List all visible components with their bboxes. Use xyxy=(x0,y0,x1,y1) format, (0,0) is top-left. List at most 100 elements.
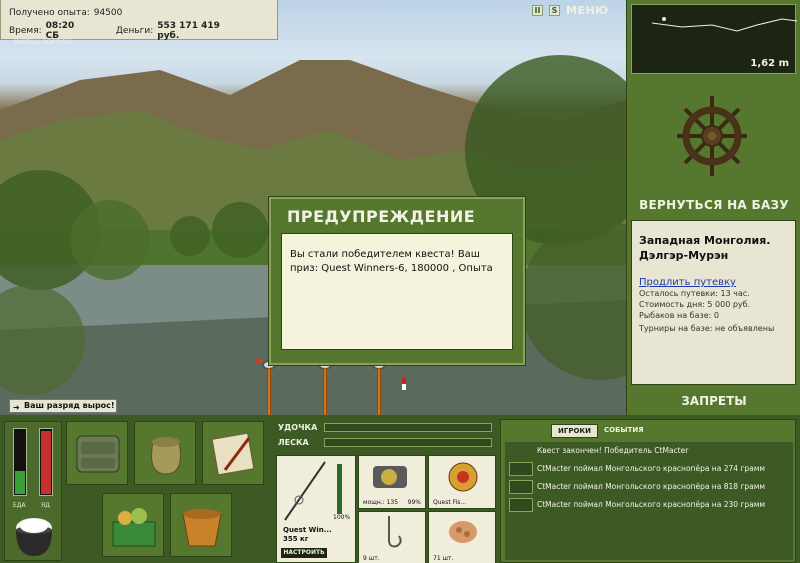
feed-list: Квест закончен! Победитель CtMacter CtMa… xyxy=(505,442,793,560)
location-info: Западная Монголия. Дэлгэр-Мурэн Продлить… xyxy=(631,220,796,385)
warning-dialog[interactable]: ПРЕДУПРЕЖДЕНИЕ Вы стали победителем квес… xyxy=(268,196,526,366)
event-feed: ИГРОКИ СОБЫТИЯ Квест закончен! Победител… xyxy=(500,419,796,563)
status-bar: Получено опыта: 94500 Время: 08:20 СБ Де… xyxy=(0,0,278,41)
inventory-slot-basket[interactable] xyxy=(102,493,164,557)
rod-tension-bar xyxy=(324,422,492,432)
rod-stand xyxy=(377,368,381,415)
line-tension-label: ЛЕСКА xyxy=(278,437,309,447)
line-tension-bar xyxy=(324,437,492,447)
feed-item: CtMacter поймал Монгольского краснопёра … xyxy=(537,464,766,473)
tackle-panel: УДОЧКА ЛЕСКА 100% Quest Win... 355 кг НА xyxy=(274,419,496,563)
dialog-message: Вы стали победителем квеста! Ваш приз: Q… xyxy=(281,233,513,350)
hook-slot[interactable]: 9 шт. xyxy=(358,511,426,563)
fish-icon xyxy=(509,462,533,476)
rod-tension-row: УДОЧКА xyxy=(278,421,492,433)
feed-item: CtMacter поймал Монгольского краснопёра … xyxy=(537,500,766,509)
s-icon[interactable]: S xyxy=(549,5,560,16)
return-to-base-button[interactable]: ВЕРНУТЬСЯ НА БАЗУ xyxy=(627,198,800,212)
bell-icon xyxy=(256,358,262,364)
dialog-title: ПРЕДУПРЕЖДЕНИЕ xyxy=(287,207,476,226)
rod-slot[interactable]: 100% Quest Win... 355 кг НАСТРОИТЬ xyxy=(276,455,356,563)
poison-label: ЯД xyxy=(41,502,50,509)
line-name: Quest Fis... xyxy=(433,499,467,506)
line-spool-icon xyxy=(448,462,478,492)
sack-icon xyxy=(151,437,181,475)
food-basket-icon xyxy=(112,508,156,547)
rod-in-water-3[interactable] xyxy=(366,358,386,415)
experience-value: 94500 xyxy=(93,7,123,18)
arrow-right-icon: ➜ xyxy=(13,403,20,412)
menu-button[interactable]: МЕНЮ xyxy=(566,4,609,17)
tournaments-on-base: Турниры на базе: не объявлены xyxy=(639,324,775,333)
depth-map: 1,62 m xyxy=(631,4,798,74)
location-region: Западная Монголия. xyxy=(639,234,771,247)
hook-icon xyxy=(388,516,402,548)
gauges-panel: ЕДА ЯД xyxy=(4,421,62,561)
right-panel: 1,62 m ВЕРНУТЬСЯ НА БАЗУ Западная Монгол… xyxy=(626,0,800,415)
inventory-slot-sack[interactable] xyxy=(134,421,196,485)
rod-stand xyxy=(323,368,327,415)
depth-value: 1,62 m xyxy=(750,58,789,69)
food-gauge xyxy=(13,428,27,496)
bait-count: 71 шт. xyxy=(433,555,454,562)
reel-slot[interactable]: мощн.: 135 99% xyxy=(358,455,426,509)
line-tension-row: ЛЕСКА xyxy=(278,436,492,448)
rod-stand xyxy=(267,368,271,415)
rod-in-water-2[interactable] xyxy=(312,358,332,415)
rank-up-notice[interactable]: ➜ Ваш разряд вырос! xyxy=(9,399,117,413)
restrictions-button[interactable]: ЗАПРЕТЫ xyxy=(627,394,800,408)
game-window: Получено опыта: 94500 Время: 08:20 СБ Де… xyxy=(0,0,800,563)
inventory-slot-notebook[interactable] xyxy=(202,421,264,485)
feed-item: CtMacter поймал Монгольского краснопёра … xyxy=(537,482,766,491)
rod-in-water-1[interactable] xyxy=(256,358,276,415)
poison-gauge xyxy=(39,428,53,496)
tune-button[interactable]: НАСТРОИТЬ xyxy=(281,548,327,558)
bait-slot[interactable]: 71 шт. xyxy=(428,511,496,563)
inventory-slot-bucket[interactable] xyxy=(170,493,232,557)
time-label: Время: xyxy=(9,25,42,36)
pause-icon[interactable]: II xyxy=(532,5,543,16)
feed-tabs: ИГРОКИ СОБЫТИЯ xyxy=(551,424,650,438)
backpack-icon xyxy=(76,435,120,473)
fish-icon xyxy=(509,480,533,494)
permit-remaining: Осталось путевки: 13 час. xyxy=(639,289,750,298)
watermark: INSTALLSOFT.RU xyxy=(14,38,72,46)
notebook-icon xyxy=(211,432,255,476)
rod-capacity: 355 кг xyxy=(283,535,309,543)
extend-permit-link[interactable]: Продлить путевку xyxy=(639,277,788,288)
money-value: 553 171 419 руб. xyxy=(157,20,220,41)
float-icon xyxy=(402,378,406,390)
experience-label: Получено опыта: xyxy=(9,7,90,18)
tab-players[interactable]: ИГРОКИ xyxy=(551,424,598,438)
fishing-scene[interactable]: Получено опыта: 94500 Время: 08:20 СБ Де… xyxy=(0,0,626,415)
rod-name: Quest Win... 355 кг xyxy=(283,526,332,544)
rod-tension-label: УДОЧКА xyxy=(278,422,318,432)
reel-power: мощн.: 135 xyxy=(363,499,399,506)
rank-up-text: Ваш разряд вырос! xyxy=(24,401,115,410)
tab-events[interactable]: СОБЫТИЯ xyxy=(598,424,650,438)
location-name: Западная Монголия. Дэлгэр-Мурэн xyxy=(639,233,788,263)
reel-durability: 99% xyxy=(407,499,421,506)
line-slot[interactable]: Quest Fis... xyxy=(428,455,496,509)
rod-durability: 100% xyxy=(333,514,351,521)
food-gauge-fill xyxy=(15,470,25,494)
fish-icon xyxy=(509,498,533,512)
food-label: ЕДА xyxy=(13,502,26,509)
hook-count: 9 шт. xyxy=(363,555,380,562)
cooking-pot-icon[interactable] xyxy=(11,514,57,558)
inventory-slot-backpack[interactable] xyxy=(66,421,128,485)
anglers-on-base: Рыбаков на базе: 0 xyxy=(639,311,719,320)
rod-model: Quest Win... xyxy=(283,526,332,534)
feed-item: Квест закончен! Победитель CtMacter xyxy=(537,446,689,455)
ship-wheel-icon[interactable] xyxy=(671,90,753,186)
top-controls: II S МЕНЮ xyxy=(532,4,609,17)
money-label: Деньги: xyxy=(115,25,154,36)
wooden-bucket-icon xyxy=(182,509,222,547)
day-cost: Стоимость дня: 5 000 руб. xyxy=(639,300,751,309)
bait-icon xyxy=(449,521,477,543)
bottom-panel: ЕДА ЯД УДОЧКА ЛЕСКА 100% Quest Win... 35… xyxy=(0,415,800,563)
poison-gauge-fill xyxy=(41,431,51,494)
location-lake: Дэлгэр-Мурэн xyxy=(639,249,729,262)
inventory-panel: 1 2 3 xyxy=(66,421,330,563)
reel-icon xyxy=(373,466,407,488)
